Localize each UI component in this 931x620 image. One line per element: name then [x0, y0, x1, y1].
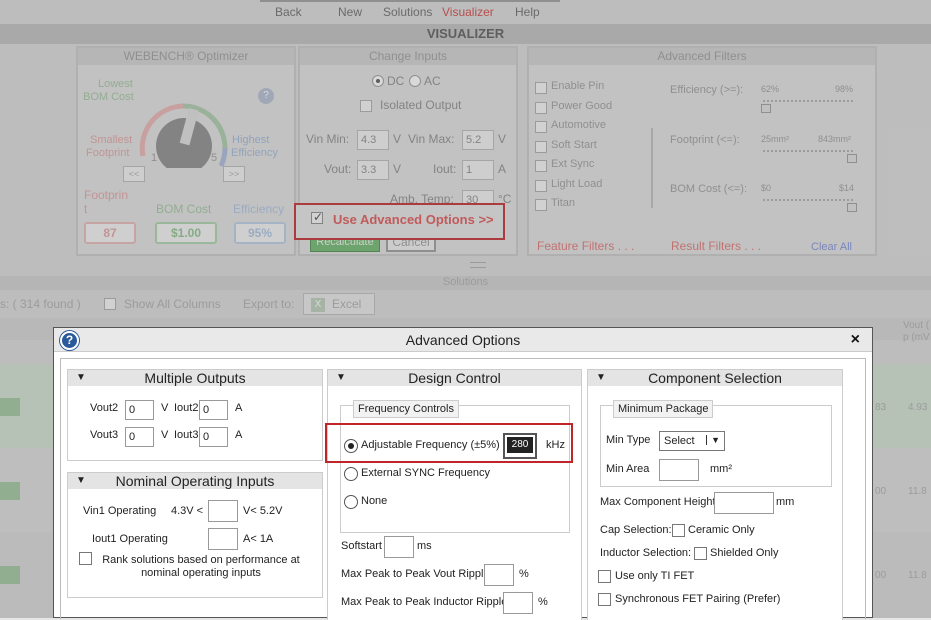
- design-control-header[interactable]: ▼ Design Control: [328, 370, 581, 386]
- sync-fet-label: Synchronous FET Pairing (Prefer): [615, 593, 781, 605]
- nominal-inputs-header[interactable]: ▼ Nominal Operating Inputs: [68, 473, 322, 489]
- iout1-suffix: A< 1A: [243, 533, 274, 545]
- ceramic-only-label: Ceramic Only: [688, 524, 755, 536]
- iout2-unit: A: [235, 402, 243, 414]
- component-selection-header[interactable]: ▼ Component Selection: [588, 370, 842, 386]
- multiple-outputs-title: Multiple Outputs: [144, 370, 246, 386]
- frequency-controls-legend: Frequency Controls: [353, 400, 459, 418]
- dialog-body: ▼ Multiple Outputs Vout2 0 V Iout2 0 A V…: [60, 358, 866, 620]
- iout3-input[interactable]: 0: [199, 427, 228, 447]
- inductor-ripple-unit: %: [538, 596, 548, 608]
- vin1-suffix: V< 5.2V: [243, 505, 283, 517]
- external-sync-radio[interactable]: [344, 467, 358, 481]
- external-sync-label: External SYNC Frequency: [361, 467, 490, 479]
- min-area-unit: mm²: [710, 463, 732, 475]
- rank-nominal-label: Rank solutions based on performance at n…: [102, 554, 300, 579]
- vin1-input[interactable]: [208, 500, 238, 522]
- sync-fet-checkbox[interactable]: [598, 593, 611, 606]
- iout1-label: Iout1 Operating: [92, 533, 168, 545]
- min-type-select-value: Select: [664, 435, 695, 447]
- max-height-unit: mm: [776, 496, 795, 508]
- iout3-unit: A: [235, 429, 243, 441]
- softstart-input[interactable]: [384, 536, 414, 558]
- nominal-inputs-title: Nominal Operating Inputs: [115, 473, 275, 489]
- vout3-label: Vout3: [90, 429, 119, 441]
- design-control-section: ▼ Design Control Frequency Controls Adju…: [327, 369, 582, 620]
- inductor-selection-label: Inductor Selection:: [600, 547, 692, 559]
- inductor-ripple-label: Max Peak to Peak Inductor Ripple: [341, 596, 508, 608]
- ti-fet-label: Use only TI FET: [615, 570, 695, 582]
- min-type-select[interactable]: Select ▼: [659, 431, 725, 451]
- vout2-unit: V: [161, 402, 169, 414]
- inductor-ripple-input[interactable]: [503, 592, 533, 614]
- vin1-label: Vin1 Operating: [83, 505, 157, 517]
- none-label: None: [361, 495, 388, 507]
- vout3-unit: V: [161, 429, 169, 441]
- advanced-options-dialog: Advanced Options ? × ▼ Multiple Outputs …: [53, 327, 873, 620]
- cap-selection-label: Cap Selection:: [600, 524, 672, 536]
- vout2-input[interactable]: 0: [125, 400, 154, 420]
- max-height-input[interactable]: [714, 492, 774, 514]
- nominal-inputs-section: ▼ Nominal Operating Inputs Vin1 Operatin…: [67, 472, 323, 598]
- min-area-label: Min Area: [606, 463, 650, 475]
- shielded-only-checkbox[interactable]: [694, 547, 707, 560]
- frequency-highlight: [325, 423, 573, 463]
- dialog-title-bar: Advanced Options: [54, 328, 872, 352]
- component-selection-section: ▼ Component Selection Minimum Package Mi…: [587, 369, 843, 620]
- ti-fet-checkbox[interactable]: [598, 570, 611, 583]
- softstart-label: Softstart: [341, 540, 382, 552]
- vout-ripple-unit: %: [519, 568, 529, 580]
- shielded-only-label: Shielded Only: [710, 547, 779, 559]
- dialog-title: Advanced Options: [405, 332, 521, 348]
- minimum-package-legend: Minimum Package: [613, 400, 714, 418]
- none-radio[interactable]: [344, 495, 358, 509]
- multiple-outputs-header[interactable]: ▼ Multiple Outputs: [68, 370, 322, 386]
- iout3-label: Iout3: [174, 429, 199, 441]
- iout1-input[interactable]: [208, 528, 238, 550]
- iout2-label: Iout2: [174, 402, 199, 414]
- design-control-title: Design Control: [408, 370, 501, 386]
- min-area-input[interactable]: [659, 459, 699, 481]
- min-type-label: Min Type: [606, 434, 651, 446]
- max-height-label: Max Component Height: [600, 496, 716, 508]
- rank-nominal-checkbox[interactable]: [79, 552, 92, 565]
- softstart-unit: ms: [417, 540, 432, 552]
- vout-ripple-input[interactable]: [484, 564, 514, 586]
- vout-ripple-label: Max Peak to Peak Vout Ripple: [341, 568, 490, 580]
- multiple-outputs-section: ▼ Multiple Outputs Vout2 0 V Iout2 0 A V…: [67, 369, 323, 461]
- close-icon[interactable]: ×: [851, 331, 860, 349]
- vout2-label: Vout2: [90, 402, 119, 414]
- ceramic-only-checkbox[interactable]: [672, 524, 685, 537]
- vout3-input[interactable]: 0: [125, 427, 154, 447]
- component-selection-title: Component Selection: [648, 370, 782, 386]
- chevron-down-icon: ▼: [706, 435, 720, 445]
- help-icon[interactable]: ?: [60, 331, 79, 350]
- iout2-input[interactable]: 0: [199, 400, 228, 420]
- vin1-prefix: 4.3V <: [171, 505, 204, 517]
